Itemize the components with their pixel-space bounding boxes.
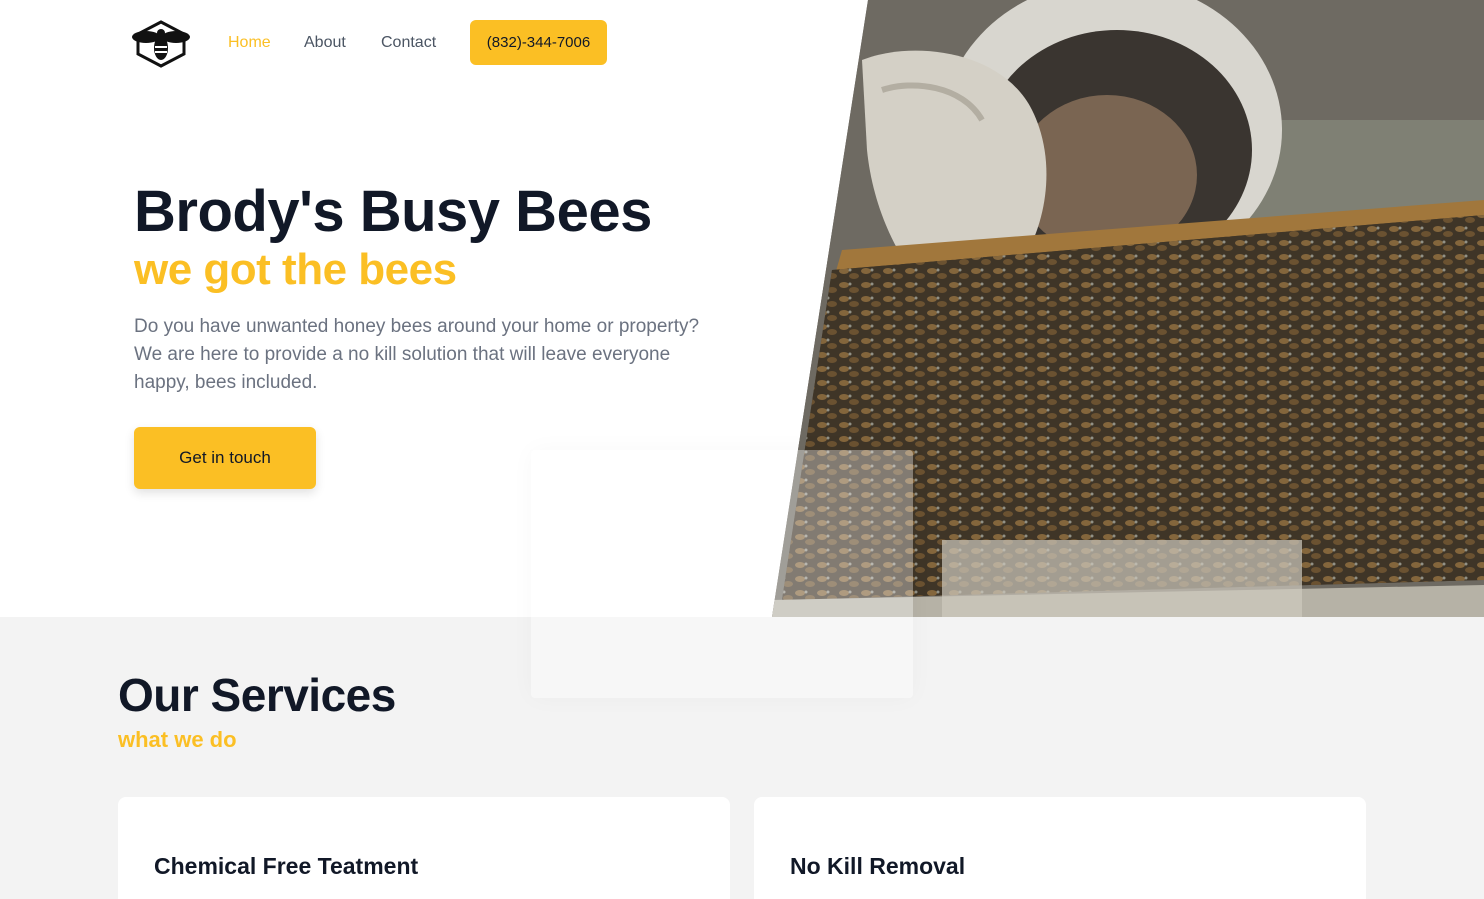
services-subtitle: what we do	[118, 727, 237, 752]
service-card: No Kill Removal	[754, 797, 1366, 899]
nav-about-link[interactable]: About	[304, 34, 346, 52]
hero-subtitle: we got the bees	[134, 245, 457, 294]
hero-title: Brody's Busy Bees	[134, 179, 652, 244]
service-card-title: No Kill Removal	[790, 853, 966, 879]
hero-description: Do you have unwanted honey bees around y…	[134, 316, 700, 393]
services-title: Our Services	[118, 669, 396, 721]
phone-button[interactable]: (832)-344-7006	[470, 20, 607, 65]
nav-home-link[interactable]: Home	[228, 34, 271, 52]
bee-logo-icon[interactable]	[132, 20, 190, 68]
ghost-overlay	[531, 450, 913, 698]
nav-contact-link[interactable]: Contact	[381, 34, 436, 52]
service-card: Chemical Free Teatment	[118, 797, 730, 899]
get-in-touch-button[interactable]: Get in touch	[134, 427, 316, 489]
service-card-title: Chemical Free Teatment	[154, 853, 419, 879]
